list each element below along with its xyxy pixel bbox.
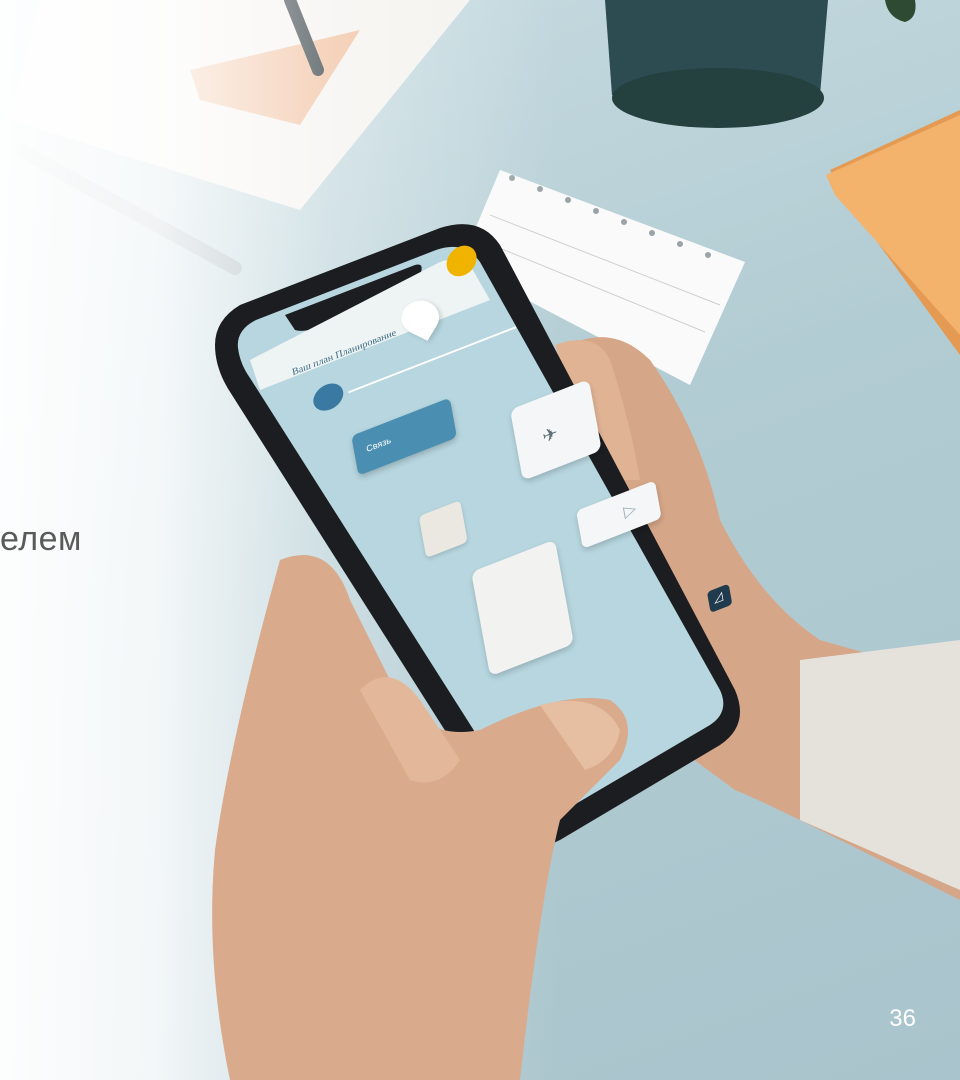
- card-nav[interactable]: ▷: [575, 480, 662, 549]
- plane-icon: ✈: [540, 422, 560, 448]
- card-button-blue[interactable]: Связь: [351, 397, 458, 476]
- dark-button[interactable]: ◿: [706, 583, 733, 613]
- arrow-icon: ◿: [712, 588, 724, 606]
- card-label: Связь: [365, 435, 392, 455]
- card-small[interactable]: [418, 500, 468, 558]
- send-icon[interactable]: ▷: [622, 498, 638, 522]
- page-number: 36: [889, 1005, 916, 1032]
- pin-icon: [394, 294, 446, 341]
- photo-scene: Ваш план Планирование Связь ✈ ▷ ◿ елем 3…: [0, 0, 960, 1080]
- phone-header-text: Ваш план Планирование: [291, 327, 398, 379]
- card-list[interactable]: [471, 539, 574, 677]
- slide-caption: елем: [0, 520, 82, 558]
- bird-icon: [311, 379, 346, 416]
- card-right[interactable]: ✈: [509, 379, 602, 481]
